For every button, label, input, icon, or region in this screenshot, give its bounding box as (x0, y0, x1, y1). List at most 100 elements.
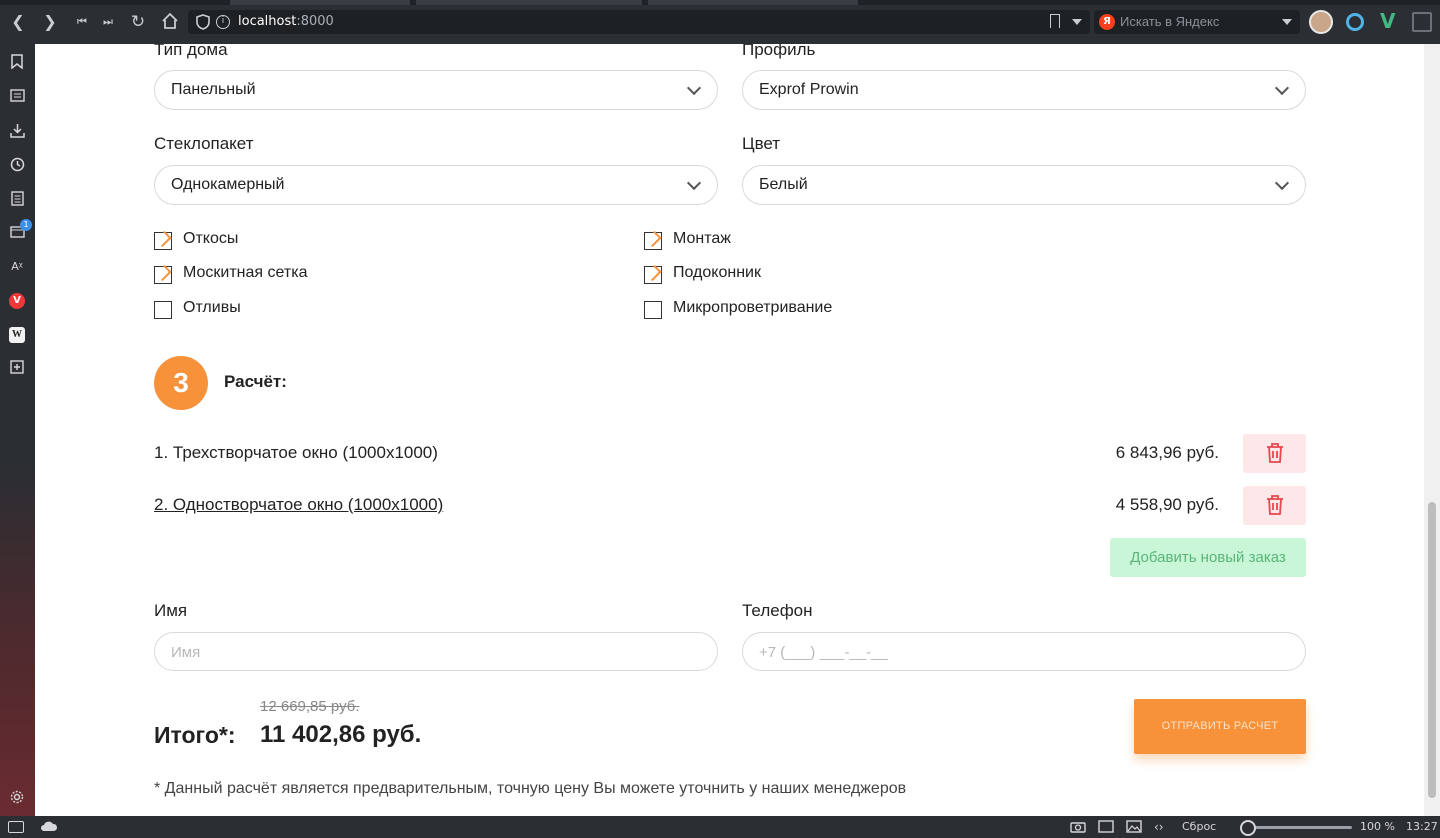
camera-icon[interactable] (1070, 820, 1086, 834)
cloud-sync-icon[interactable] (40, 820, 58, 834)
tab[interactable] (416, 0, 642, 5)
info-icon[interactable]: i (216, 15, 230, 29)
code-icon[interactable]: ‹› (1154, 820, 1164, 834)
house-type-select[interactable]: Панельный (154, 70, 718, 110)
color-value: Белый (759, 176, 808, 193)
reload-icon[interactable]: ↻ (128, 12, 148, 32)
trash-icon (1267, 495, 1283, 515)
checkbox-label: Монтаж (673, 230, 731, 247)
window-icon[interactable] (1098, 820, 1114, 834)
checkbox-label: Подоконник (673, 264, 761, 281)
glass-label: Стеклопакет (154, 134, 254, 153)
url-port: :8000 (296, 14, 334, 29)
zoom-level[interactable]: 100 % (1360, 820, 1395, 834)
notification-badge: 1 (20, 219, 32, 231)
house-type-label: Тип дома (154, 44, 228, 59)
wikipedia-icon[interactable]: W (9, 327, 25, 343)
url-host: localhost (238, 14, 297, 29)
rewind-icon[interactable]: ⏮ (72, 12, 92, 32)
image-icon[interactable] (1126, 820, 1142, 834)
footnote: * Данный расчёт является предварительным… (154, 780, 907, 797)
delete-order-button[interactable] (1243, 486, 1306, 525)
settings-gear-icon[interactable] (9, 790, 25, 806)
search-bar[interactable]: Я Искать в Яндекс (1094, 10, 1300, 34)
tab[interactable] (648, 0, 858, 5)
zoom-slider-knob[interactable] (1240, 820, 1256, 836)
forward-icon[interactable]: ❯ (40, 12, 60, 32)
name-input[interactable] (171, 642, 671, 662)
step-number-badge: 3 (154, 356, 208, 410)
status-bar: ‹› Сброс 100 % 13:27 (0, 816, 1440, 838)
calculator-page: Тип дома Панельный Профиль Exprof Prowin… (35, 44, 1424, 816)
old-total-price: 12 669,85 руб. (260, 698, 360, 715)
add-order-button[interactable]: Добавить новый заказ (1110, 538, 1306, 577)
checkbox-label: Отливы (183, 299, 241, 316)
vivaldi-icon[interactable]: V (9, 293, 25, 309)
glass-value: Однокамерный (171, 176, 285, 193)
back-icon[interactable]: ❮ (8, 12, 28, 32)
section-title: Расчёт: (224, 372, 287, 391)
checkbox-label: Москитная сетка (183, 264, 308, 281)
browser-toolbar: ❮ ❯ ⏮ ⏭ ↻ i localhost:8000 Я Искать в Ян… (0, 0, 1440, 44)
downloads-icon[interactable] (9, 123, 25, 139)
chevron-down-icon (1274, 175, 1290, 191)
yandex-icon: Я (1099, 14, 1115, 30)
checkbox-micro-ventilation[interactable] (644, 301, 662, 319)
history-icon[interactable] (9, 157, 25, 173)
order-item-link[interactable]: 2. Одностворчатое окно (1000x1000) (154, 495, 443, 515)
checkbox-otlivy[interactable] (154, 301, 172, 319)
checkbox-montazh[interactable] (644, 232, 662, 250)
checkbox-label: Откосы (183, 230, 239, 247)
profile-value: Exprof Prowin (759, 81, 859, 98)
tab-strip (0, 0, 1440, 5)
checkbox-mosquito-net[interactable] (154, 266, 172, 284)
panel-toggle-icon[interactable] (8, 821, 24, 833)
browser-sidebar: 1 Aᵡ V W (0, 44, 35, 816)
name-label: Имя (154, 601, 188, 620)
clock: 13:27 (1406, 820, 1438, 833)
chevron-down-icon[interactable] (1282, 19, 1292, 25)
send-calculation-button[interactable]: ОТПРАВИТЬ РАСЧЕТ (1134, 699, 1306, 754)
reading-list-icon[interactable] (9, 89, 25, 105)
chevron-down-icon (686, 175, 702, 191)
trash-icon (1267, 443, 1283, 463)
phone-field-wrapper (742, 632, 1306, 671)
total-label: Итого*: (154, 722, 236, 748)
profile-label: Профиль (742, 44, 816, 59)
order-item: 1. Трехстворчатое окно (1000x1000) (154, 443, 438, 462)
scrollbar-thumb[interactable] (1428, 502, 1436, 798)
search-placeholder: Искать в Яндекс (1120, 14, 1220, 29)
translate-icon[interactable]: Aᵡ (9, 259, 25, 275)
name-field-wrapper (154, 632, 718, 671)
address-bar[interactable]: i localhost:8000 (188, 10, 1090, 34)
phone-input[interactable] (759, 642, 1259, 662)
bookmark-icon[interactable] (1050, 14, 1060, 28)
tab[interactable] (230, 0, 410, 5)
clock-extension-icon[interactable] (1346, 13, 1364, 31)
phone-label: Телефон (742, 601, 813, 620)
panel-toggle-icon[interactable] (1412, 12, 1432, 32)
bookmarks-icon[interactable] (9, 54, 25, 70)
profile-avatar[interactable] (1309, 10, 1333, 34)
total-price: 11 402,86 руб. (260, 721, 422, 748)
chevron-down-icon (686, 80, 702, 96)
notes-icon[interactable] (9, 191, 25, 207)
chevron-down-icon[interactable] (1072, 19, 1082, 25)
color-select[interactable]: Белый (742, 165, 1306, 205)
checkbox-otkosy[interactable] (154, 232, 172, 250)
fast-forward-icon[interactable]: ⏭ (98, 12, 118, 32)
zoom-reset[interactable]: Сброс (1182, 820, 1216, 834)
profile-select[interactable]: Exprof Prowin (742, 70, 1306, 110)
vue-extension-icon[interactable]: V (1380, 10, 1395, 32)
chevron-down-icon (1274, 80, 1290, 96)
add-panel-icon[interactable] (9, 360, 25, 376)
order-price: 6 843,96 руб. (1115, 443, 1219, 462)
shield-icon[interactable] (196, 14, 210, 30)
delete-order-button[interactable] (1243, 434, 1306, 473)
zoom-slider[interactable] (1242, 826, 1352, 829)
glass-select[interactable]: Однокамерный (154, 165, 718, 205)
house-type-value: Панельный (171, 81, 256, 98)
home-icon[interactable] (160, 12, 180, 32)
url-text[interactable]: localhost:8000 (238, 14, 334, 29)
checkbox-windowsill[interactable] (644, 266, 662, 284)
